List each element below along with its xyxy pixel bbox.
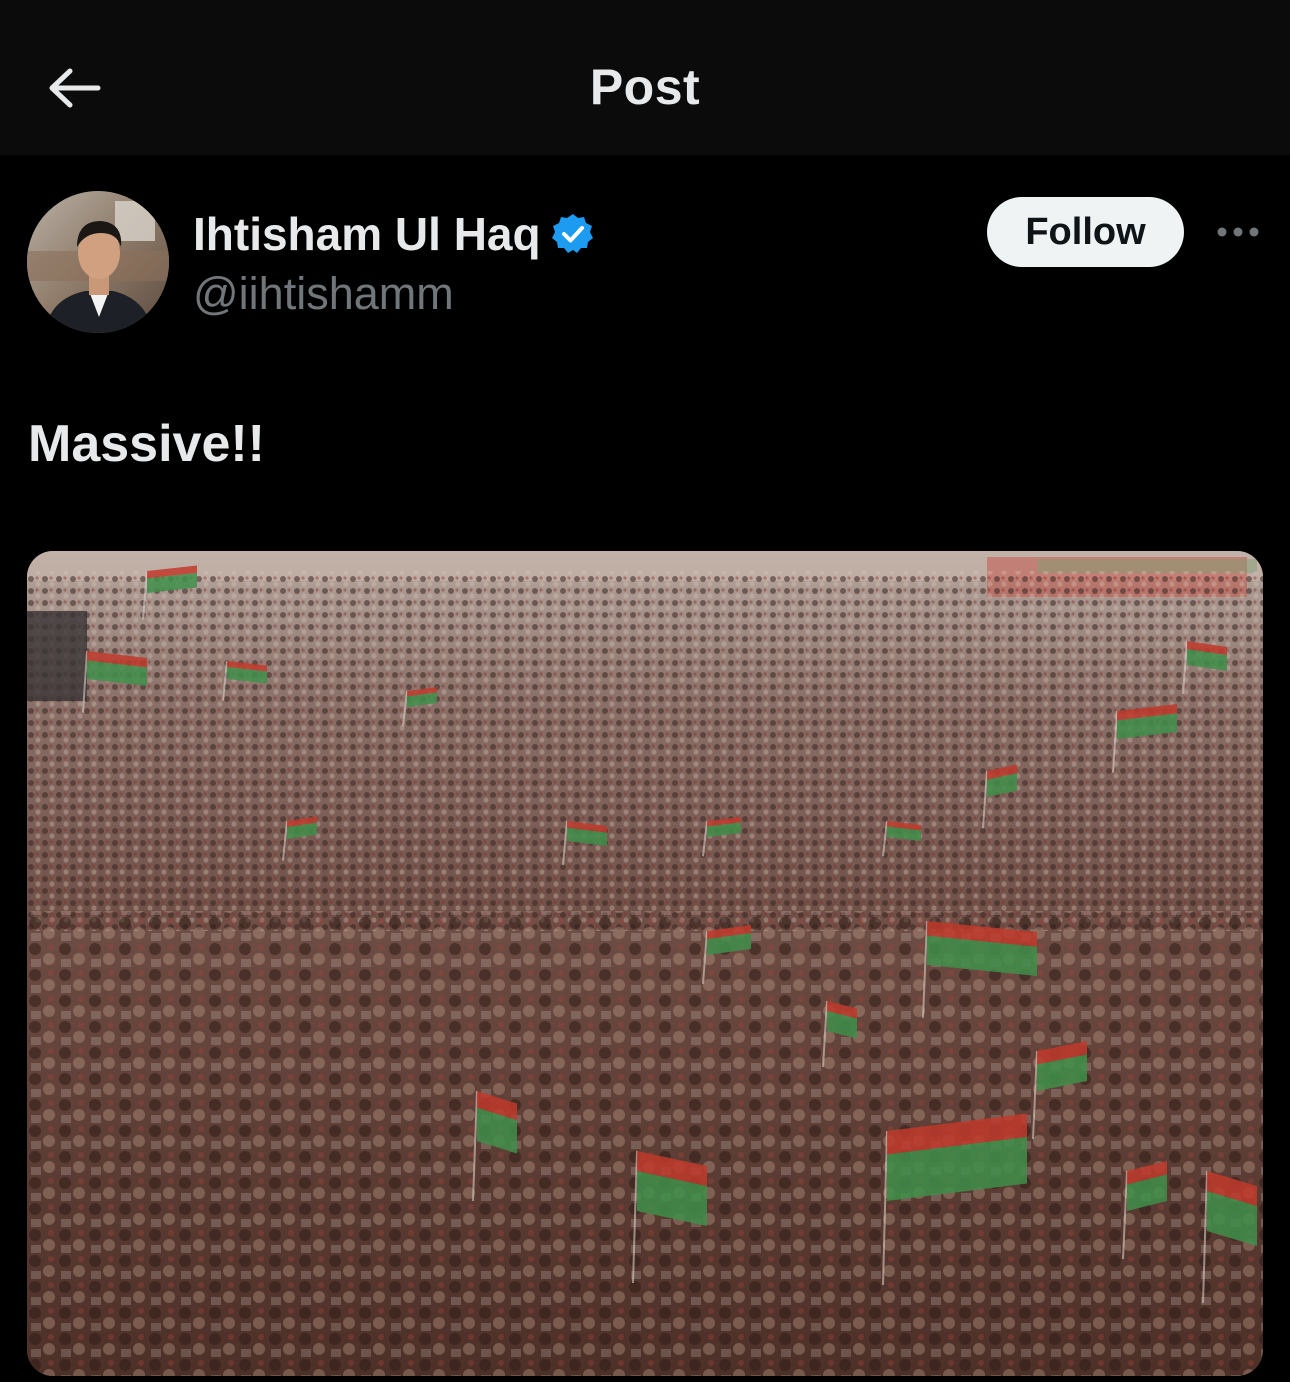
- post-text: Massive!!: [28, 415, 265, 473]
- crowd-photo: [27, 551, 1263, 1376]
- page-title: Post: [589, 59, 701, 115]
- author-display-name[interactable]: Ihtisham Ul Haq: [193, 207, 541, 261]
- author-name-row[interactable]: Ihtisham Ul Haq: [193, 204, 595, 264]
- follow-button[interactable]: Follow: [987, 197, 1184, 267]
- post-media-photo[interactable]: [27, 551, 1263, 1376]
- verified-badge-icon: [551, 214, 593, 253]
- more-horizontal-icon: [1217, 227, 1259, 237]
- author-handle[interactable]: @iihtishamm: [193, 268, 454, 320]
- more-options-button[interactable]: [1210, 212, 1266, 252]
- avatar[interactable]: [27, 191, 169, 333]
- avatar-photo: [27, 191, 169, 333]
- top-bar: Post: [0, 0, 1290, 155]
